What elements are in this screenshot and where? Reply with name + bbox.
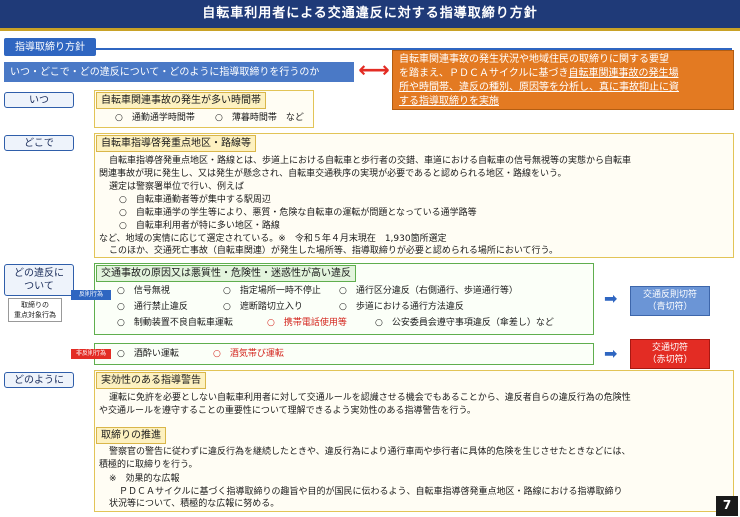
where-text-4: このほか、交通死亡事故（自転車関連）が発生した場所等、指導取締りが必要と認められ… xyxy=(109,246,559,256)
when-item-1: ○ 通勤通学時間帯 xyxy=(115,113,195,123)
penalty-tag: 反則行為 xyxy=(71,290,111,300)
which-label-line-2: ついて xyxy=(24,281,54,292)
where-header: 自転車指導啓発重点地区・路線等 xyxy=(96,135,256,152)
blue-ticket-line-2: （青切符） xyxy=(647,302,693,312)
page-number: 7 xyxy=(716,496,738,516)
how-text-2b: 積極的に取締りを行う。 xyxy=(99,460,198,470)
page-title: 自転車利用者による交通違反に対する指導取締り方針 xyxy=(0,0,740,31)
non-penalty-2: ○ 酒気帯び運転 xyxy=(213,349,284,359)
how-text-2a: 警察官の警告に従わずに違反行為を継続したときや、違反行為により通行車両や歩行者に… xyxy=(109,447,631,457)
where-bullet-2: ○ 自転車通学の学生等により、悪質・危険な自転車の運転が問題となっている通学路等 xyxy=(119,208,477,218)
where-label: どこで xyxy=(4,135,74,151)
summary-line-2a: を踏まえ、ＰＤＣＡサイクルに基づき xyxy=(399,68,569,79)
summary-line-3: 所や時間帯、違反の種別、原因等を分析し、真に事故抑止に資 xyxy=(399,82,679,93)
summary-line-1: 自転車関連事故の発生状況や地域住民の取締りに関する要望 xyxy=(399,54,669,65)
where-text-1b: 関連事故が現に発生し、又は発生が懸念され、自転車交通秩序の実現が必要であると認め… xyxy=(99,169,567,179)
summary-line-4: する指導取締りを実施 xyxy=(399,96,499,107)
violation-6: ○ 歩道における通行方法違反 xyxy=(339,302,464,312)
focus-tag-line-2: 重点対象行為 xyxy=(14,311,56,319)
which-header: 交通事故の原因又は悪質性・危険性・迷惑性が高い違反 xyxy=(96,265,356,282)
arrow-right-icon: ➡ xyxy=(604,289,618,308)
where-text-2: 選定は警察署単位で行い、例えば xyxy=(109,182,245,192)
where-section: 自転車指導啓発重点地区・路線等 自転車指導啓発重点地区・路線とは、歩道上における… xyxy=(94,133,734,258)
arrow-right-icon-2: ➡ xyxy=(604,344,618,363)
focus-tag: 取締りの重点対象行為 xyxy=(8,298,62,322)
blue-ticket-badge: 交通反則切符 （青切符） xyxy=(630,286,710,316)
how-text-1a: 運転に免許を必要としない自転車利用者に対して交通ルールを認識させる機会でもあるこ… xyxy=(109,393,631,403)
violation-9: ○ 公安委員会遵守事項違反（傘差し）など xyxy=(375,318,554,328)
how-header-1: 実効性のある指導警告 xyxy=(96,372,206,389)
non-penalty-1: ○ 酒酔い運転 xyxy=(117,349,179,359)
red-ticket-line-1: 交通切符 xyxy=(651,343,688,353)
violation-5: ○ 遮断踏切立入り xyxy=(223,302,303,312)
non-penalty-tag: 非反則行為 xyxy=(71,349,111,359)
which-section: 交通事故の原因又は悪質性・危険性・迷惑性が高い違反 反則行為 ○ 信号無視 ○ … xyxy=(71,263,594,335)
which-label-line-1: どの違反に xyxy=(14,268,64,279)
where-bullet-1: ○ 自転車通勤者等が集中する駅周辺 xyxy=(119,195,271,205)
how-text-1b: や交通ルールを遵守することの重要性について理解できるよう実効性のある指導警告を行… xyxy=(99,406,476,416)
summary-box: 自転車関連事故の発生状況や地域住民の取締りに関する要望 を踏まえ、ＰＤＣＡサイク… xyxy=(392,50,734,110)
how-header-2: 取締りの推進 xyxy=(96,427,166,444)
blue-ticket-line-1: 交通反則切符 xyxy=(642,290,697,300)
how-text-4b: 状況等について、積極的な広報に努める。 xyxy=(109,499,280,509)
policy-tab: 指導取締り方針 xyxy=(4,38,96,56)
which-label: どの違反に ついて xyxy=(4,264,74,296)
how-section: 実効性のある指導警告 運転に免許を必要としない自転車利用者に対して交通ルールを認… xyxy=(94,370,734,512)
question-bar: いつ・どこで・どの違反について・どのように指導取締りを行うのか xyxy=(4,62,354,82)
violation-7: ○ 制動装置不良自転車運転 xyxy=(117,318,233,328)
non-penalty-section: 非反則行為 ○ 酒酔い運転 ○ 酒気帯び運転 xyxy=(71,343,594,365)
violation-8: ○ 携帯電話使用等 xyxy=(267,318,347,328)
how-text-3: ※ 効果的な広報 xyxy=(109,474,180,484)
where-text-1: 自転車指導啓発重点地区・路線とは、歩道上における自転車と歩行者の交錯、車道におけ… xyxy=(109,156,632,166)
summary-line-2b: 自転車関連事故の発生場 xyxy=(568,68,679,79)
focus-tag-line-1: 取締りの xyxy=(21,301,49,309)
when-label: いつ xyxy=(4,92,74,108)
violation-1: ○ 信号無視 xyxy=(117,286,170,296)
when-item-2: ○ 薄暮時間帯 など xyxy=(215,113,304,123)
violation-3: ○ 通行区分違反（右側通行、歩道通行等） xyxy=(339,286,518,296)
where-text-3: など、地域の実情に応じて選定されている。※ 令和５年４月末現在 1,930箇所選… xyxy=(99,234,447,244)
double-arrow-icon: ⟷ xyxy=(358,58,390,83)
when-header: 自転車関連事故の発生が多い時間帯 xyxy=(96,92,266,109)
where-bullet-3: ○ 自転車利用者が特に多い地区・路線 xyxy=(119,221,280,231)
violation-4: ○ 通行禁止違反 xyxy=(117,302,188,312)
violation-2: ○ 指定場所一時不停止 xyxy=(223,286,321,296)
red-ticket-badge: 交通切符 （赤切符） xyxy=(630,339,710,369)
how-label: どのように xyxy=(4,372,74,388)
when-section: 自転車関連事故の発生が多い時間帯 ○ 通勤通学時間帯 ○ 薄暮時間帯 など xyxy=(94,90,314,128)
how-text-4a: ＰＤＣＡサイクルに基づく指導取締りの趣旨や目的が国民に伝わるよう、自転車指導啓発… xyxy=(119,487,623,497)
red-ticket-line-2: （赤切符） xyxy=(647,355,693,365)
